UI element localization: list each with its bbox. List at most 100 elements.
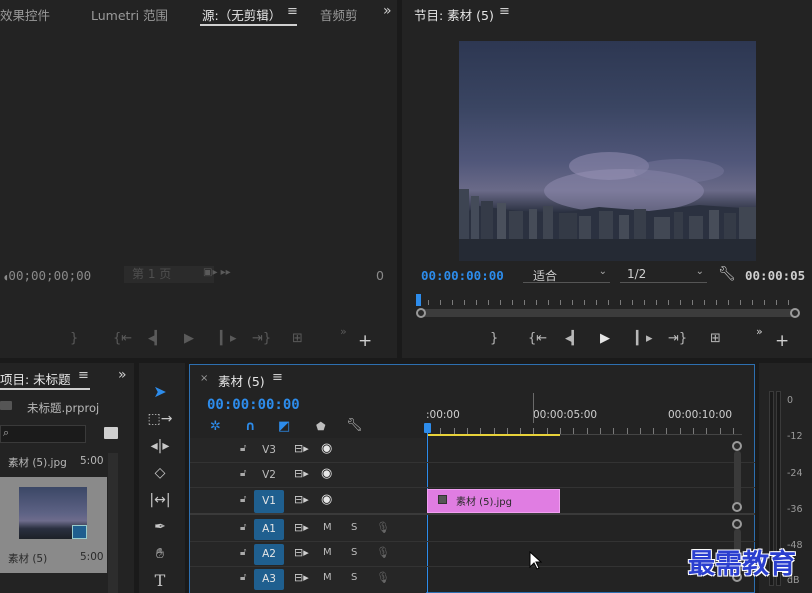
track-label-a2[interactable]: A2 <box>254 544 284 565</box>
track-label-v1[interactable]: V1 <box>254 490 284 513</box>
lock-icon[interactable]: 🔓︎ <box>240 572 246 583</box>
program-timecode-current[interactable]: 00:00:00:00 <box>421 268 504 283</box>
go-to-out-icon[interactable]: ⇥} <box>252 331 271 346</box>
track-select-tool-icon[interactable]: ⬚→ <box>146 407 174 431</box>
add-marker-icon[interactable]: ⬟ <box>316 420 326 433</box>
tab-lumetri-scopes[interactable]: Lumetri 范围 <box>91 5 168 24</box>
step-back-icon[interactable]: ◂▎ <box>148 331 165 346</box>
new-search-bin-icon[interactable] <box>104 427 118 439</box>
microphone-icon[interactable]: 🎙︎ <box>376 546 390 559</box>
lock-icon[interactable]: 🔓︎ <box>240 522 246 533</box>
track-label-v2[interactable]: V2 <box>254 465 284 486</box>
mute-button[interactable]: M <box>323 547 332 558</box>
overflow-tabs-icon[interactable]: » <box>383 3 392 19</box>
mute-button[interactable]: M <box>323 572 332 583</box>
solo-button[interactable]: S <box>351 547 357 558</box>
snap-icon[interactable]: ∩ <box>245 419 256 434</box>
project-title[interactable]: 项目: 未标题 <box>0 369 71 388</box>
solo-button[interactable]: S <box>351 522 357 533</box>
microphone-icon[interactable]: 🎙︎ <box>376 521 390 534</box>
source-page-select[interactable]: 第 1 页 <box>124 266 214 283</box>
program-scroll-bar[interactable] <box>420 309 798 317</box>
eye-icon[interactable]: ◉ <box>321 492 332 507</box>
razor-tool-icon[interactable]: ◇ <box>146 461 174 485</box>
source-page-nav-icons[interactable]: ▣▸ ▸▸ <box>203 267 231 278</box>
source-timecode-current[interactable]: ◖00;00;00;00 <box>3 268 91 283</box>
program-playhead-icon[interactable] <box>416 294 421 306</box>
export-frame-icon[interactable]: ⊞ <box>710 331 721 346</box>
program-menu-icon[interactable]: ≡ <box>499 4 510 19</box>
step-forward-icon[interactable]: ▎▸ <box>220 331 237 346</box>
tab-effect-controls[interactable]: 效果控件 <box>0 5 50 24</box>
sync-lock-icon[interactable]: ⊟▸ <box>294 521 309 534</box>
program-scroll-right-handle[interactable] <box>790 308 800 318</box>
eye-icon[interactable]: ◉ <box>321 441 332 456</box>
work-area-bar[interactable] <box>427 434 560 436</box>
button-editor-overflow-icon[interactable]: » <box>340 325 347 338</box>
sequence-tab[interactable]: 素材 (5) <box>218 371 265 390</box>
lock-icon[interactable]: 🔓︎ <box>240 494 246 505</box>
lock-icon[interactable]: 🔓︎ <box>240 547 246 558</box>
go-to-in-icon[interactable]: {⇤ <box>528 331 547 346</box>
project-list-item[interactable]: 素材 (5).jpg 5:00 <box>0 453 108 471</box>
type-tool-icon[interactable]: T <box>146 569 174 593</box>
track-label-a3[interactable]: A3 <box>254 569 284 590</box>
sync-lock-icon[interactable]: ⊟▸ <box>294 467 309 480</box>
eye-icon[interactable]: ◉ <box>321 466 332 481</box>
sequence-menu-icon[interactable]: ≡ <box>272 370 283 385</box>
sync-lock-icon[interactable]: ⊟▸ <box>294 493 309 506</box>
source-menu-icon[interactable]: ≡ <box>287 4 298 19</box>
video-scroll-top-handle[interactable] <box>732 441 742 451</box>
step-forward-icon[interactable]: ▎▸ <box>636 331 653 346</box>
program-title[interactable]: 节目: 素材 (5) <box>414 5 494 24</box>
project-clip-card[interactable]: 素材 (5) 5:00 <box>0 477 107 573</box>
sync-lock-icon[interactable]: ⊟▸ <box>294 571 309 584</box>
play-icon[interactable]: ▶ <box>600 331 610 346</box>
project-menu-icon[interactable]: ≡ <box>78 368 89 383</box>
sync-lock-icon[interactable]: ⊟▸ <box>294 546 309 559</box>
nest-toggle-icon[interactable]: ✲ <box>210 419 221 434</box>
slip-tool-icon[interactable]: |↔| <box>146 488 174 512</box>
project-search-input[interactable]: ⌕ <box>0 425 86 443</box>
pen-tool-icon[interactable]: ✒︎ <box>146 515 174 539</box>
mark-in-icon[interactable]: } <box>490 331 498 346</box>
ripple-edit-tool-icon[interactable]: ◂|▸ <box>146 434 174 458</box>
step-back-icon[interactable]: ◂▎ <box>565 331 582 346</box>
track-label-a1[interactable]: A1 <box>254 519 284 540</box>
button-editor-add-icon[interactable]: + <box>358 331 372 351</box>
timeline-playhead-icon[interactable] <box>424 423 431 433</box>
mark-in-icon[interactable]: } <box>70 331 78 346</box>
video-scroll-bottom-handle[interactable] <box>732 502 742 512</box>
audio-scroll-top-handle[interactable] <box>732 519 742 529</box>
go-to-out-icon[interactable]: ⇥} <box>668 331 687 346</box>
selection-tool-icon[interactable]: ➤ <box>146 380 174 404</box>
tab-audio-clip-mixer[interactable]: 音频剪 <box>320 5 360 24</box>
button-editor-add-icon[interactable]: + <box>775 331 789 351</box>
track-label-v3[interactable]: V3 <box>254 440 284 461</box>
timeline-timecode[interactable]: 00:00:00:00 <box>207 397 300 413</box>
timeline-settings-icon[interactable]: 🔧︎ <box>346 418 363 433</box>
hand-tool-icon[interactable]: ✋︎ <box>146 542 174 566</box>
project-list-scrollbar[interactable] <box>108 453 118 593</box>
close-tab-icon[interactable]: × <box>200 373 208 384</box>
play-icon[interactable]: ▶ <box>184 331 194 346</box>
mute-button[interactable]: M <box>323 522 332 533</box>
sync-lock-icon[interactable]: ⊟▸ <box>294 442 309 455</box>
insert-icon[interactable]: ⊞ <box>292 331 303 346</box>
microphone-icon[interactable]: 🎙︎ <box>376 571 390 584</box>
linked-selection-icon[interactable]: ◩ <box>278 419 290 434</box>
timeline-clip[interactable]: 素材 (5).jpg <box>427 489 560 513</box>
go-to-in-icon[interactable]: {⇤ <box>113 331 132 346</box>
tab-source[interactable]: 源:（无剪辑） <box>202 5 281 24</box>
program-fit-select[interactable]: 适合 ⌄ <box>523 266 610 283</box>
program-time-ruler[interactable] <box>416 294 800 308</box>
overflow-panels-icon[interactable]: » <box>118 367 127 383</box>
program-resolution-select[interactable]: 1/2 ⌄ <box>620 266 707 283</box>
video-vertical-scrollbar[interactable] <box>734 451 741 505</box>
solo-button[interactable]: S <box>351 572 357 583</box>
program-scroll-left-handle[interactable] <box>416 308 426 318</box>
wrench-icon[interactable]: 🔧︎ <box>718 266 736 282</box>
lock-icon[interactable]: 🔓︎ <box>240 443 246 454</box>
lock-icon[interactable]: 🔓︎ <box>240 468 246 479</box>
button-editor-overflow-icon[interactable]: » <box>756 325 763 338</box>
